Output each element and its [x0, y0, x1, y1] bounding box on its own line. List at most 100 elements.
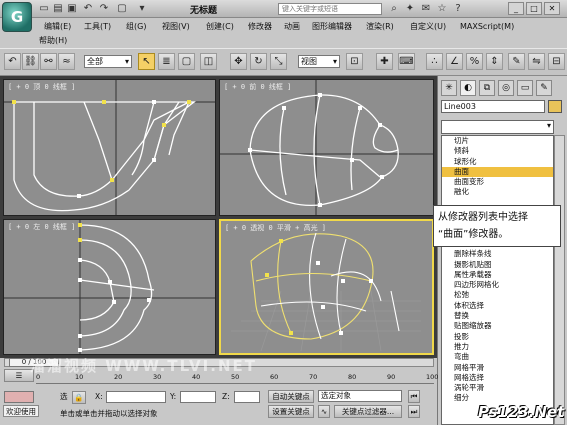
modifier-list-scrollbar[interactable]	[554, 135, 565, 425]
unlink-icon[interactable]: ⚯	[40, 53, 57, 70]
create-tab-icon[interactable]: ✳	[441, 80, 457, 96]
modifier-list-item[interactable]: 涡轮平滑	[442, 383, 553, 393]
angle-snap-icon[interactable]: ∠	[446, 53, 463, 70]
selection-lock-toggle[interactable]: 🔒	[72, 391, 86, 404]
rectangular-selection-icon[interactable]: ▢	[178, 53, 195, 70]
key-mode-icon[interactable]: ⏭	[408, 405, 420, 418]
select-by-name-icon[interactable]: ≣	[158, 53, 175, 70]
menu-group[interactable]: 组(G)	[126, 21, 146, 32]
close-button[interactable]: ✕	[544, 2, 560, 15]
new-file-icon[interactable]: ▭	[38, 3, 50, 15]
named-selection-icon[interactable]: ✎	[508, 53, 525, 70]
modify-tab-icon[interactable]: ◐	[460, 80, 476, 96]
modifier-list-dropdown[interactable]	[441, 120, 554, 134]
modifier-list-item[interactable]: 融化	[442, 187, 553, 197]
z-coordinate-field[interactable]	[234, 391, 260, 403]
link-icon[interactable]: ⛓	[22, 53, 39, 70]
pivot-center-icon[interactable]: ⊡	[346, 53, 363, 70]
hierarchy-tab-icon[interactable]: ⧉	[479, 80, 495, 96]
modifier-list-item[interactable]: 网格选择	[442, 373, 553, 383]
display-tab-icon[interactable]: ▭	[517, 80, 533, 96]
select-object-icon[interactable]: ↖	[138, 53, 155, 70]
selection-filter-dropdown[interactable]: 全部	[84, 55, 132, 68]
select-rotate-icon[interactable]: ↻	[250, 53, 267, 70]
window-crossing-icon[interactable]: ◫	[200, 53, 217, 70]
minimize-button[interactable]: _	[508, 2, 524, 15]
bind-spacewarp-icon[interactable]: ≈	[58, 53, 75, 70]
menu-views[interactable]: 视图(V)	[162, 21, 190, 32]
modifier-list-item[interactable]: 曲面变形	[442, 177, 553, 187]
project-folder-icon[interactable]: ▢	[116, 3, 128, 15]
modifier-list-item[interactable]: 四边形网格化	[442, 280, 553, 290]
modifier-list-item[interactable]: 曲面	[442, 166, 553, 178]
modifier-list-item[interactable]: 网格平滑	[442, 363, 553, 373]
select-scale-icon[interactable]: ⤡	[270, 53, 287, 70]
object-color-swatch[interactable]	[548, 100, 562, 113]
viewport-label[interactable]: [ + 0 左 0 线框 ]	[8, 222, 75, 232]
undo-icon[interactable]: ↶	[82, 3, 94, 15]
select-manipulate-icon[interactable]: ✚	[376, 53, 393, 70]
goto-start-icon[interactable]: ⏮	[408, 390, 420, 403]
viewport-front[interactable]: [ + 0 前 0 线框 ]	[219, 79, 434, 216]
spinner-snap-icon[interactable]: ⇕	[486, 53, 503, 70]
x-coordinate-field[interactable]	[106, 391, 166, 403]
mirror-icon[interactable]: ⇋	[528, 53, 545, 70]
key-filters-button[interactable]: 关键点过滤器...	[334, 405, 402, 418]
viewport-label[interactable]: [ + 0 透视 0 平滑 + 高光 ]	[225, 223, 326, 233]
help-icon[interactable]: ?	[452, 3, 464, 15]
save-icon[interactable]: ▣	[66, 3, 78, 15]
search-input[interactable]: 键入关键字或短语	[278, 3, 382, 15]
modifier-list-item[interactable]: 删除样条线	[442, 249, 553, 259]
favorites-icon[interactable]: ☆	[436, 3, 448, 15]
select-move-icon[interactable]: ✥	[230, 53, 247, 70]
open-file-icon[interactable]: ▤	[52, 3, 64, 15]
modifier-list-item[interactable]: 投影	[442, 332, 553, 342]
menu-modifiers[interactable]: 修改器	[248, 21, 272, 32]
menu-tools[interactable]: 工具(T)	[84, 21, 111, 32]
communication-center-icon[interactable]: ✉	[420, 3, 432, 15]
modifier-list-item[interactable]: 摄影机贴图	[442, 260, 553, 270]
redo-icon[interactable]: ↷	[98, 3, 110, 15]
modifier-list-item[interactable]: 贴图缩放器	[442, 321, 553, 331]
viewport-label[interactable]: [ + 0 前 0 线框 ]	[224, 82, 291, 92]
menu-help[interactable]: 帮助(H)	[39, 35, 67, 46]
y-coordinate-field[interactable]	[180, 391, 216, 403]
menu-customize[interactable]: 自定义(U)	[410, 21, 446, 32]
key-selection-dropdown[interactable]: 选定对象	[318, 390, 402, 402]
motion-tab-icon[interactable]: ◎	[498, 80, 514, 96]
search-icon[interactable]: ⌕	[388, 3, 400, 15]
modifier-list-item[interactable]: 体积选择	[442, 301, 553, 311]
auto-key-button[interactable]: 自动关键点	[268, 390, 314, 403]
set-key-button[interactable]: 设置关键点	[268, 405, 314, 418]
maximize-button[interactable]: □	[526, 2, 542, 15]
subscription-icon[interactable]: ✦	[404, 3, 416, 15]
snaps-toggle-icon[interactable]: ∴	[426, 53, 443, 70]
default-in-out-tangent-icon[interactable]: ∿	[318, 405, 330, 418]
keyboard-shortcut-override-icon[interactable]: ⌨	[398, 53, 415, 70]
menu-animation[interactable]: 动画	[284, 21, 300, 32]
modifier-list-item[interactable]: 推力	[442, 342, 553, 352]
modifier-list-item[interactable]: 倾斜	[442, 146, 553, 156]
menu-edit[interactable]: 编辑(E)	[44, 21, 71, 32]
modifier-list-item[interactable]: 球形化	[442, 157, 553, 167]
menu-maxscript[interactable]: MAXScript(M)	[460, 21, 514, 32]
object-name-field[interactable]: Line003	[441, 100, 545, 113]
modifier-list-item[interactable]: 切片	[442, 136, 553, 146]
maxscript-listener-mini[interactable]	[4, 391, 34, 403]
quick-access-dropdown-icon[interactable]: ▾	[136, 3, 148, 15]
reference-coordinate-dropdown[interactable]: 视图	[298, 55, 340, 68]
viewport-perspective[interactable]: [ + 0 透视 0 平滑 + 高光 ]	[219, 219, 434, 355]
viewport-label[interactable]: [ + 0 顶 0 线框 ]	[8, 82, 75, 92]
viewport-left[interactable]: [ + 0 左 0 线框 ]	[3, 219, 216, 355]
app-logo[interactable]: G	[2, 2, 32, 32]
modifier-list-item[interactable]: 松弛	[442, 290, 553, 300]
align-icon[interactable]: ⊟	[548, 53, 565, 70]
utilities-tab-icon[interactable]: ✎	[536, 80, 552, 96]
modifier-list-item[interactable]: 弯曲	[442, 352, 553, 362]
percent-snap-icon[interactable]: %	[466, 53, 483, 70]
menu-create[interactable]: 创建(C)	[206, 21, 234, 32]
menu-rendering[interactable]: 渲染(R)	[366, 21, 394, 32]
viewport-top[interactable]: [ + 0 顶 0 线框 ]	[3, 79, 216, 216]
menu-graph-editors[interactable]: 图形编辑器	[312, 21, 352, 32]
modifier-list-item[interactable]: 属性承载器	[442, 270, 553, 280]
